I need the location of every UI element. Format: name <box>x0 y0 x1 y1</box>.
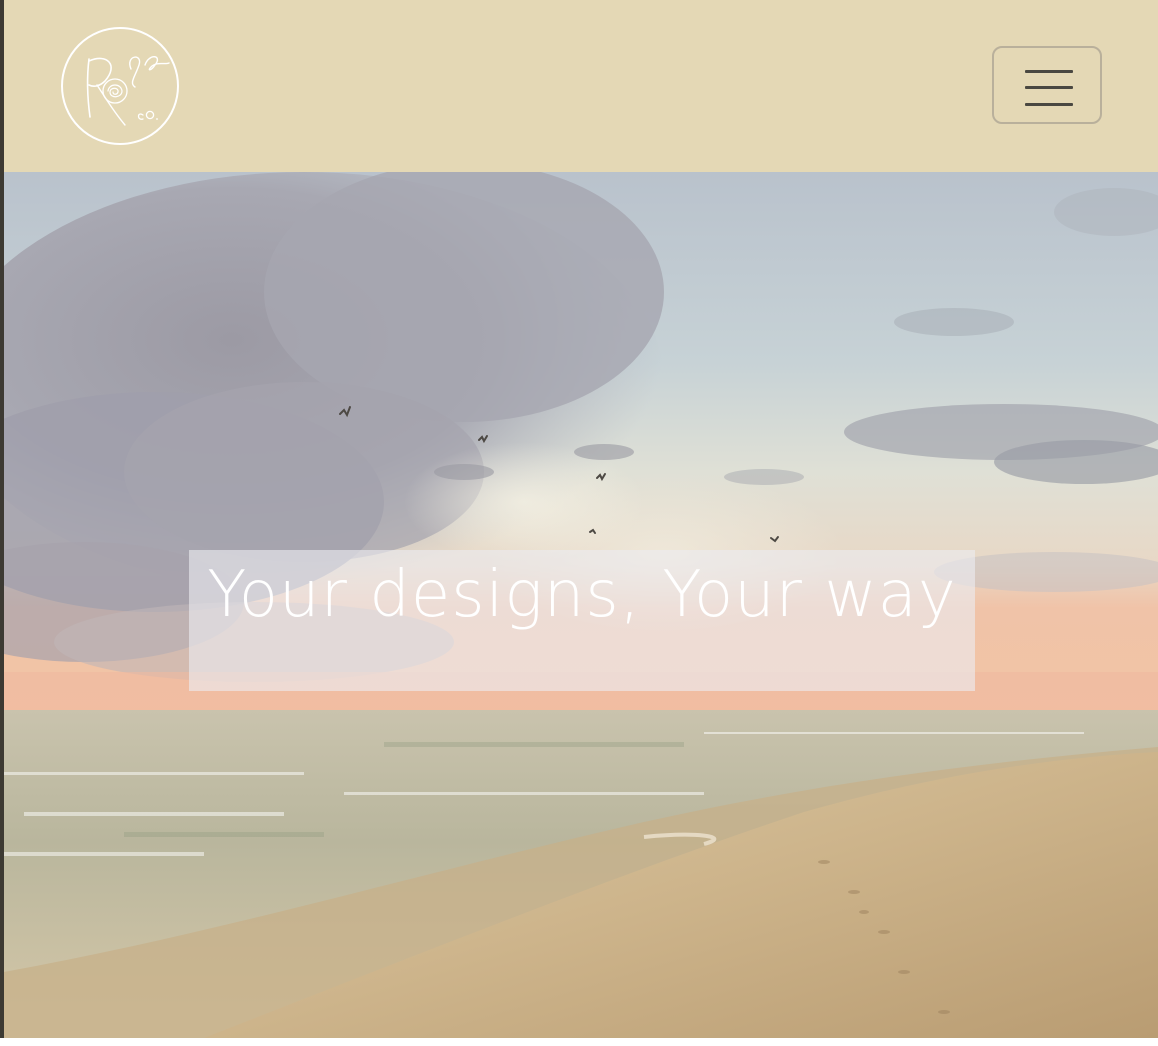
page-bottom-edge <box>0 1038 1158 1046</box>
hamburger-menu-icon <box>1025 70 1073 106</box>
navbar <box>4 0 1158 172</box>
page: Your designs, Your way <box>0 0 1158 1046</box>
menu-toggle-button[interactable] <box>992 46 1102 124</box>
rose-logo-icon <box>61 27 179 145</box>
hero-heading: Your designs, Your way <box>207 558 957 633</box>
hero-caption-box: Your designs, Your way <box>189 550 975 691</box>
brand-logo-link[interactable] <box>59 25 181 147</box>
hero-section: Your designs, Your way <box>4 172 1158 1038</box>
